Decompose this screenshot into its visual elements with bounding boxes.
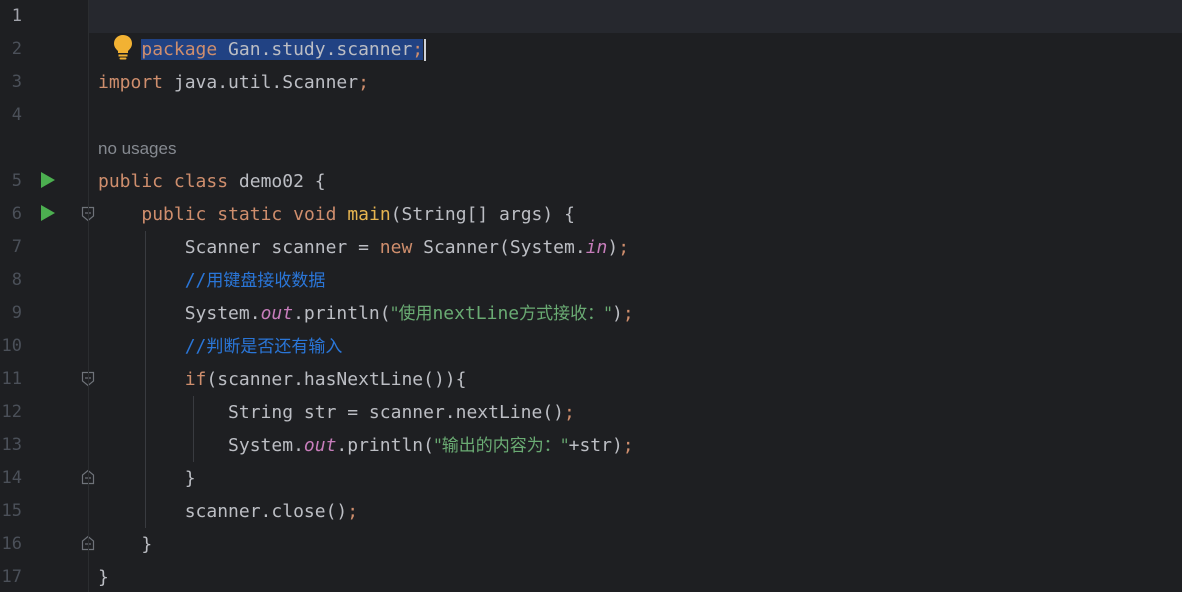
line-number: 11 xyxy=(1,369,22,389)
semicolon: ; xyxy=(412,39,424,60)
code-line-7[interactable]: Scanner scanner = new Scanner(System.in)… xyxy=(98,231,629,264)
line-number: 2 xyxy=(11,39,22,59)
code-line-3[interactable]: import java.util.Scanner; xyxy=(98,66,369,99)
string-literal: 方式接收：" xyxy=(519,304,612,324)
run-main-icon[interactable] xyxy=(40,204,56,222)
line-number: 9 xyxy=(11,303,22,323)
keyword: new xyxy=(379,237,413,258)
gutter-divider xyxy=(88,0,89,592)
line-number: 4 xyxy=(11,105,22,125)
line-number: 12 xyxy=(1,402,22,422)
line-number: 6 xyxy=(11,204,22,224)
line-number: 10 xyxy=(1,336,22,356)
selected-text: package Gan.study.scanner; xyxy=(141,39,424,60)
code-line-15[interactable]: scanner.close(); xyxy=(98,495,358,528)
line-number: 5 xyxy=(11,171,22,191)
package-name: Gan.study.scanner xyxy=(217,39,413,60)
gutter: 1 2 3 4 5 6 7 8 9 10 11 12 13 14 15 16 1… xyxy=(0,0,95,592)
code-text: .println( xyxy=(336,435,434,456)
code-editor[interactable]: 1 2 3 4 5 6 7 8 9 10 11 12 13 14 15 16 1… xyxy=(0,0,1182,592)
text-caret xyxy=(424,39,427,61)
code-line-14[interactable]: } xyxy=(98,462,196,495)
semicolon: ; xyxy=(622,435,634,456)
code-text: .println( xyxy=(293,303,391,324)
line-number: 16 xyxy=(1,534,22,554)
line-number: 7 xyxy=(11,237,22,257)
code-text: +str) xyxy=(568,435,623,456)
static-field: in xyxy=(585,237,608,258)
line-number: 13 xyxy=(1,435,22,455)
comment-text: 用键盘接收数据 xyxy=(206,271,326,291)
keyword: static xyxy=(217,204,283,225)
line-number: 8 xyxy=(11,270,22,290)
keyword: class xyxy=(173,171,229,192)
static-field: out xyxy=(303,435,337,456)
string-literal: nextLine xyxy=(432,303,520,324)
code-line-5[interactable]: public class demo02 { xyxy=(98,165,326,198)
code-text: System. xyxy=(228,435,304,456)
keyword: if xyxy=(184,369,207,390)
comment-slashes: // xyxy=(184,336,207,357)
run-class-icon[interactable] xyxy=(40,171,56,189)
line-number: 17 xyxy=(1,567,22,587)
code-line-17[interactable]: } xyxy=(98,561,109,592)
class-declaration: demo02 { xyxy=(228,171,326,192)
code-line-13[interactable]: System.out.println("输出的内容为："+str); xyxy=(98,429,634,462)
code-text: System. xyxy=(184,303,261,324)
line-number: 14 xyxy=(1,468,22,488)
semicolon: ; xyxy=(564,402,575,423)
keyword: public xyxy=(141,204,207,225)
method-params: (String[] args) { xyxy=(390,204,575,225)
string-literal: "输出的内容为：" xyxy=(433,436,569,456)
code-text: String str = scanner.nextLine() xyxy=(228,402,564,423)
keyword: void xyxy=(293,204,337,225)
method-name: main xyxy=(347,204,391,225)
code-line-8[interactable]: //用键盘接收数据 xyxy=(98,264,326,297)
code-text: scanner.close() xyxy=(184,501,348,522)
line-number: 15 xyxy=(1,501,22,521)
closing-brace: } xyxy=(184,468,196,489)
code-text: Scanner(System. xyxy=(412,237,586,258)
static-field: out xyxy=(260,303,294,324)
closing-brace: } xyxy=(98,567,109,588)
code-line-9[interactable]: System.out.println("使用nextLine方式接收："); xyxy=(98,297,634,330)
closing-brace: } xyxy=(141,534,153,555)
code-text: (scanner.hasNextLine()){ xyxy=(206,369,467,390)
semicolon: ; xyxy=(622,303,634,324)
semicolon: ; xyxy=(358,72,369,93)
code-line-12[interactable]: String str = scanner.nextLine(); xyxy=(98,396,575,429)
code-text: ) xyxy=(611,303,623,324)
code-line-11[interactable]: if(scanner.hasNextLine()){ xyxy=(98,363,467,396)
code-line-10[interactable]: //判断是否还有输入 xyxy=(98,330,343,363)
comment-text: 判断是否还有输入 xyxy=(206,337,343,357)
code-line-6[interactable]: public static void main(String[] args) { xyxy=(98,198,575,231)
code-line-16[interactable]: } xyxy=(98,528,152,561)
line-number: 1 xyxy=(11,6,22,26)
comment-slashes: // xyxy=(184,270,207,291)
keyword: import xyxy=(98,72,164,93)
string-literal: "使用 xyxy=(390,304,433,324)
code-line-1[interactable]: package Gan.study.scanner; xyxy=(98,0,427,61)
keyword: package xyxy=(141,39,218,60)
import-name: java.util.Scanner xyxy=(163,72,359,93)
usages-hint[interactable]: no usages xyxy=(98,132,176,165)
code-text: Scanner scanner = xyxy=(184,237,380,258)
code-text: ) xyxy=(607,237,619,258)
semicolon: ; xyxy=(347,501,359,522)
line-number: 3 xyxy=(11,72,22,92)
semicolon: ; xyxy=(618,237,630,258)
keyword: public xyxy=(98,171,164,192)
